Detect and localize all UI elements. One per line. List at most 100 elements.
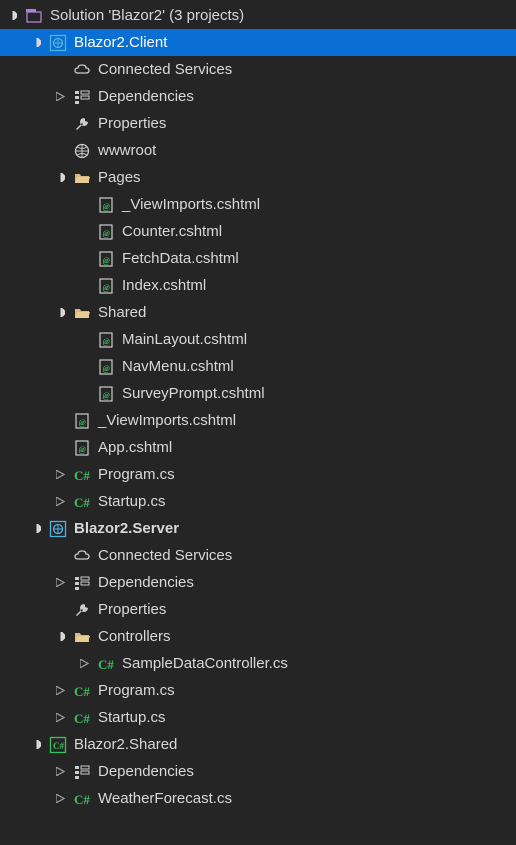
cshtml-icon [96, 330, 116, 350]
chevron-expanded-icon[interactable] [28, 35, 44, 51]
chevron-collapsed-icon[interactable] [52, 467, 68, 483]
chevron-collapsed-icon[interactable] [52, 575, 68, 591]
cshtml-icon [96, 222, 116, 242]
tree-item[interactable]: _ViewImports.cshtml [0, 407, 516, 434]
chevron-expanded-icon[interactable] [28, 737, 44, 753]
chevron-expanded-icon[interactable] [28, 521, 44, 537]
tree-item-label: Index.cshtml [122, 278, 206, 293]
tree-item[interactable]: Program.cs [0, 677, 516, 704]
globe-project-icon [48, 33, 68, 53]
tree-item[interactable]: Dependencies [0, 83, 516, 110]
expander-placeholder [52, 116, 68, 132]
cshtml-icon [96, 195, 116, 215]
tree-item-label: Connected Services [98, 62, 232, 77]
tree-item[interactable]: Properties [0, 110, 516, 137]
wrench-icon [72, 600, 92, 620]
expander-placeholder [76, 197, 92, 213]
tree-item[interactable]: SampleDataController.cs [0, 650, 516, 677]
tree-item[interactable]: Shared [0, 299, 516, 326]
csharp-icon [72, 465, 92, 485]
tree-item[interactable]: Pages [0, 164, 516, 191]
wrench-icon [72, 114, 92, 134]
chevron-expanded-icon[interactable] [4, 8, 20, 24]
expander-placeholder [52, 602, 68, 618]
tree-item-label: Solution 'Blazor2' (3 projects) [50, 8, 244, 23]
tree-item[interactable]: Properties [0, 596, 516, 623]
tree-item[interactable]: Program.cs [0, 461, 516, 488]
globe-icon [72, 141, 92, 161]
tree-item[interactable]: Controllers [0, 623, 516, 650]
tree-item[interactable]: Startup.cs [0, 488, 516, 515]
expander-placeholder [52, 440, 68, 456]
tree-item[interactable]: _ViewImports.cshtml [0, 191, 516, 218]
cshtml-icon [72, 411, 92, 431]
chevron-collapsed-icon[interactable] [52, 89, 68, 105]
tree-item[interactable]: Dependencies [0, 569, 516, 596]
tree-item[interactable]: App.cshtml [0, 434, 516, 461]
cshtml-icon [96, 384, 116, 404]
cshtml-icon [96, 249, 116, 269]
tree-item-label: Blazor2.Client [74, 35, 167, 50]
expander-placeholder [76, 386, 92, 402]
csharp-project-icon [48, 735, 68, 755]
tree-item-label: SampleDataController.cs [122, 656, 288, 671]
tree-item[interactable]: SurveyPrompt.cshtml [0, 380, 516, 407]
expander-placeholder [76, 278, 92, 294]
cshtml-icon [96, 357, 116, 377]
expander-placeholder [52, 62, 68, 78]
csharp-icon [72, 492, 92, 512]
chevron-collapsed-icon[interactable] [52, 494, 68, 510]
chevron-expanded-icon[interactable] [52, 170, 68, 186]
chevron-collapsed-icon[interactable] [52, 791, 68, 807]
chevron-collapsed-icon[interactable] [52, 764, 68, 780]
tree-item[interactable]: Startup.cs [0, 704, 516, 731]
tree-item-label: Dependencies [98, 89, 194, 104]
tree-item-label: Properties [98, 602, 166, 617]
tree-item-label: Shared [98, 305, 146, 320]
tree-item[interactable]: Connected Services [0, 542, 516, 569]
csharp-icon [72, 789, 92, 809]
tree-item-label: Program.cs [98, 467, 175, 482]
tree-item-label: Blazor2.Server [74, 521, 179, 536]
tree-item[interactable]: NavMenu.cshtml [0, 353, 516, 380]
expander-placeholder [76, 359, 92, 375]
globe-project-icon [48, 519, 68, 539]
tree-item[interactable]: Blazor2.Server [0, 515, 516, 542]
chevron-collapsed-icon[interactable] [76, 656, 92, 672]
csharp-icon [96, 654, 116, 674]
tree-item-label: Startup.cs [98, 710, 166, 725]
tree-item[interactable]: Blazor2.Shared [0, 731, 516, 758]
tree-item[interactable]: wwwroot [0, 137, 516, 164]
tree-item[interactable]: Dependencies [0, 758, 516, 785]
folder-open-icon [72, 168, 92, 188]
csharp-icon [72, 681, 92, 701]
tree-item-label: _ViewImports.cshtml [98, 413, 236, 428]
tree-item-label: Properties [98, 116, 166, 131]
chevron-expanded-icon[interactable] [52, 305, 68, 321]
tree-item-label: Dependencies [98, 764, 194, 779]
references-icon [72, 573, 92, 593]
chevron-expanded-icon[interactable] [52, 629, 68, 645]
folder-open-icon [72, 303, 92, 323]
tree-item-label: NavMenu.cshtml [122, 359, 234, 374]
chevron-collapsed-icon[interactable] [52, 710, 68, 726]
tree-item[interactable]: MainLayout.cshtml [0, 326, 516, 353]
tree-item[interactable]: Counter.cshtml [0, 218, 516, 245]
tree-item[interactable]: Solution 'Blazor2' (3 projects) [0, 2, 516, 29]
tree-item[interactable]: Index.cshtml [0, 272, 516, 299]
expander-placeholder [52, 143, 68, 159]
cshtml-icon [72, 438, 92, 458]
tree-item-label: FetchData.cshtml [122, 251, 239, 266]
tree-item-label: Pages [98, 170, 141, 185]
tree-item[interactable]: Blazor2.Client [0, 29, 516, 56]
tree-item-label: _ViewImports.cshtml [122, 197, 260, 212]
chevron-collapsed-icon[interactable] [52, 683, 68, 699]
tree-item[interactable]: FetchData.cshtml [0, 245, 516, 272]
tree-item-label: Blazor2.Shared [74, 737, 177, 752]
tree-item[interactable]: Connected Services [0, 56, 516, 83]
tree-item-label: Program.cs [98, 683, 175, 698]
solution-explorer-tree[interactable]: Solution 'Blazor2' (3 projects) Blazor2.C… [0, 0, 516, 812]
tree-item[interactable]: WeatherForecast.cs [0, 785, 516, 812]
folder-open-icon [72, 627, 92, 647]
expander-placeholder [52, 413, 68, 429]
